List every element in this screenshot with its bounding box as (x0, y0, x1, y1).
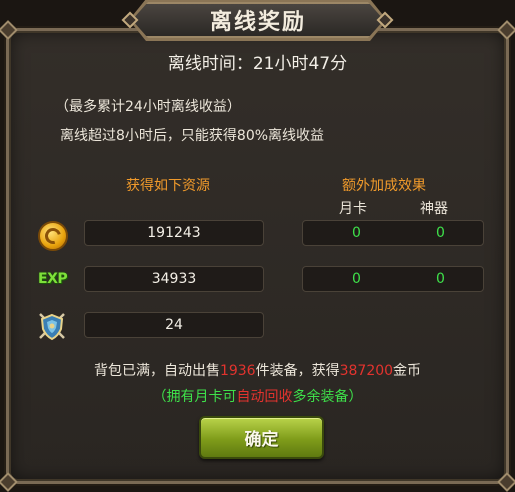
gold-gained: 387200 (339, 363, 394, 379)
month-card-bonus-value: 0 (352, 271, 361, 287)
sold-count: 1936 (219, 363, 256, 379)
bonus-row: 0 0 (302, 266, 484, 292)
equipment-value-box: 24 (84, 312, 264, 338)
artifact-bonus-value: 0 (436, 271, 445, 287)
frame-corner-ornament (0, 472, 18, 492)
gold-value-box: 191243 (84, 220, 264, 246)
frame-corner-ornament (0, 20, 18, 40)
confirm-button[interactable]: 确定 (199, 416, 324, 459)
artifact-column-header: 神器 (420, 201, 448, 217)
bag-full-suffix: 金币 (393, 363, 422, 379)
exp-value: 34933 (151, 271, 197, 287)
offline-time: 离线时间：21小时47分 (167, 54, 348, 74)
bonus-row: 0 0 (302, 220, 484, 246)
resources-header: 获得如下资源 (126, 178, 210, 194)
frame-corner-ornament (497, 20, 515, 40)
gold-coin-icon (38, 221, 68, 251)
hint-prefix: （拥有月卡可 (152, 389, 237, 405)
artifact-bonus-value: 0 (436, 225, 445, 241)
bag-full-message: 背包已满，自动出售1936件装备，获得387200金币 (0, 360, 515, 380)
month-card-bonus-value: 0 (352, 225, 361, 241)
hint-suffix: 多余装备） (292, 389, 363, 405)
title-plate: 离线奖励 (132, 2, 384, 38)
equipment-shield-icon (39, 313, 65, 341)
bag-full-mid: 件装备，获得 (255, 363, 340, 379)
max-accumulate-note: （最多累计24小时离线收益） (55, 99, 241, 115)
frame-corner-ornament (497, 472, 515, 492)
exp-value-box: 34933 (84, 266, 264, 292)
hint-highlight: 自动回收 (236, 389, 293, 405)
month-card-hint: （拥有月卡可自动回收多余装备） (0, 386, 515, 406)
dialog-title: 离线奖励 (209, 10, 306, 35)
gold-value: 191243 (147, 225, 201, 241)
bonus-header: 额外加成效果 (342, 178, 426, 194)
bag-full-prefix: 背包已满，自动出售 (93, 363, 220, 379)
exp-icon: EXP (38, 271, 68, 287)
month-card-column-header: 月卡 (339, 201, 367, 217)
reduction-note: 离线超过8小时后，只能获得80%离线收益 (60, 128, 325, 144)
equipment-value: 24 (165, 317, 183, 333)
